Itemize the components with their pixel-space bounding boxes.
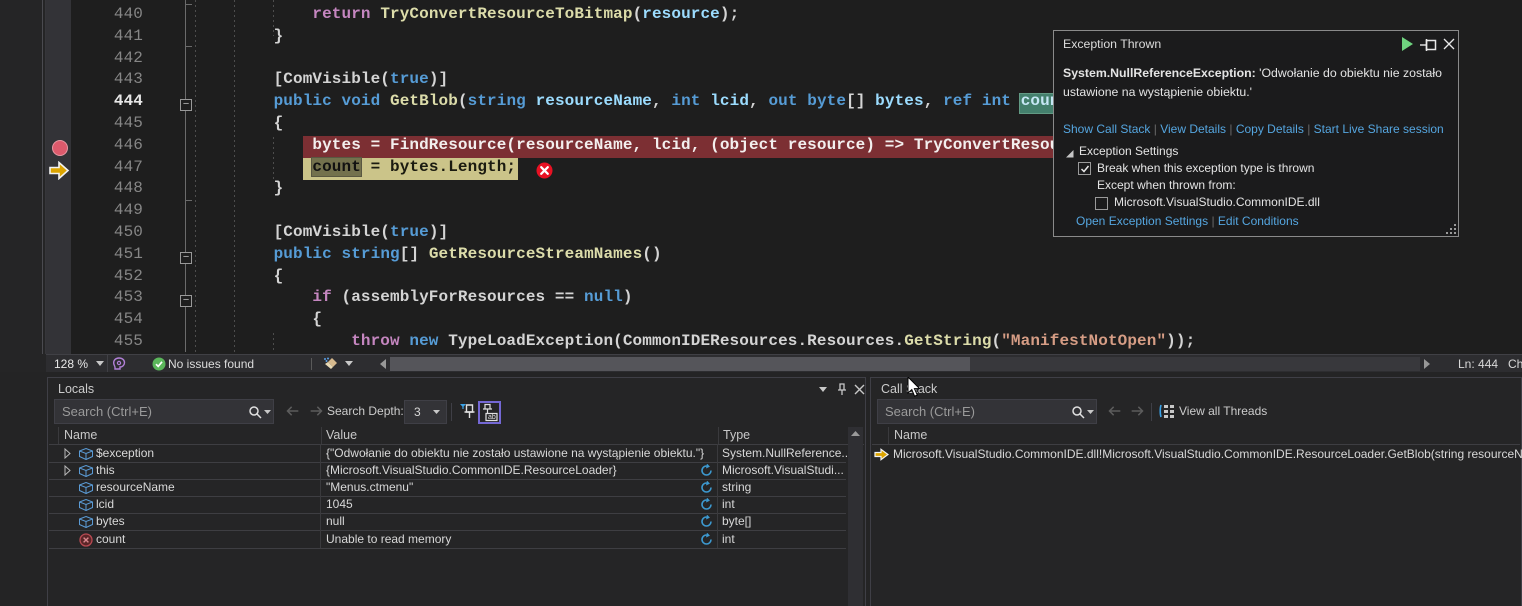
svg-text:ab: ab (488, 414, 496, 421)
